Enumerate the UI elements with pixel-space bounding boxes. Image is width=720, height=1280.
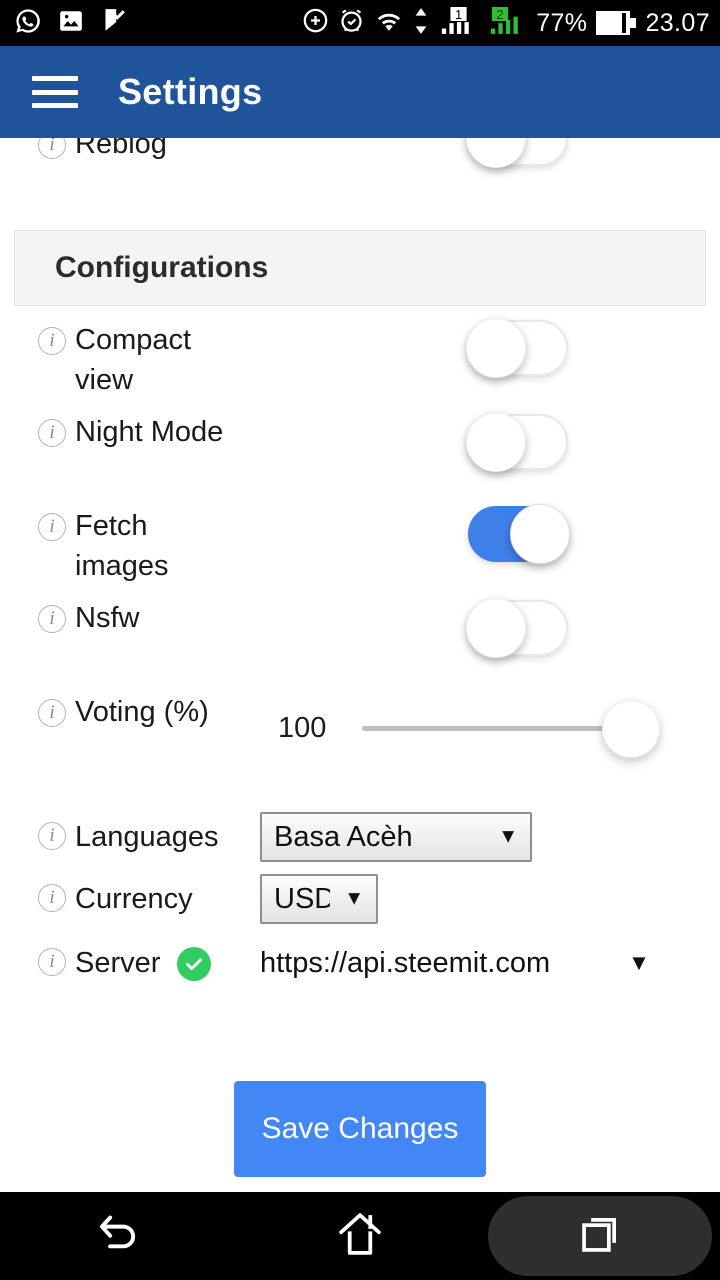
info-icon[interactable]: i	[38, 699, 66, 727]
info-icon[interactable]: i	[38, 138, 66, 159]
phone-screen: 1 2 77% 23.07 Settings i Reblog Configur…	[0, 0, 720, 1280]
info-icon[interactable]: i	[38, 884, 66, 912]
setting-label-voting: i Voting (%)	[38, 692, 209, 732]
setting-label-text: Server	[75, 947, 161, 979]
info-icon[interactable]: i	[38, 822, 66, 850]
setting-label-languages: i Languages	[38, 817, 260, 857]
setting-label-fetch-images: i Fetch images	[38, 506, 195, 586]
checkmark-flag-icon	[100, 7, 126, 40]
status-bar-right-icons: 1 2 77% 23.07	[302, 6, 710, 40]
signal-sim2-icon: 2	[487, 6, 527, 40]
nav-back-button[interactable]	[0, 1192, 240, 1280]
wifi-icon	[374, 8, 404, 39]
home-icon	[335, 1210, 385, 1263]
server-selected-value: https://api.steemit.com	[260, 946, 551, 979]
green-check-icon	[177, 947, 212, 981]
setting-label-reblog: i Reblog	[38, 138, 167, 164]
android-nav-bar	[0, 1192, 720, 1280]
setting-row-compact-view[interactable]: i Compact view	[0, 306, 720, 400]
setting-label-text: Compact view	[75, 324, 192, 396]
setting-row-nsfw[interactable]: i Nsfw	[0, 586, 720, 678]
svg-text:2: 2	[497, 7, 504, 22]
setting-row-voting[interactable]: i Voting (%) 100	[0, 678, 720, 806]
toggle-nsfw[interactable]	[466, 598, 568, 658]
voting-value-label: 100	[278, 712, 327, 744]
section-header-configurations: Configurations	[14, 230, 706, 306]
setting-label-text: Fetch images	[75, 510, 169, 582]
battery-percent-label: 77%	[536, 8, 588, 37]
setting-row-languages[interactable]: i Languages Basa Acèh ▼	[0, 806, 720, 868]
signal-sim1-icon: 1	[438, 6, 478, 40]
toggle-knob	[466, 412, 526, 472]
setting-label-night-mode: i Night Mode	[38, 412, 223, 452]
nav-recent-apps-button[interactable]	[480, 1192, 720, 1280]
app-bar: Settings	[0, 46, 720, 138]
info-icon[interactable]: i	[38, 513, 66, 541]
toggle-night-mode[interactable]	[466, 412, 568, 472]
setting-label-text: Nsfw	[75, 602, 140, 634]
voting-slider[interactable]: 100	[278, 699, 660, 758]
setting-label-text: Languages	[75, 821, 219, 853]
toggle-fetch-images[interactable]	[468, 504, 570, 564]
slider-thumb[interactable]	[602, 699, 660, 758]
info-icon[interactable]: i	[38, 419, 66, 447]
toggle-knob	[466, 598, 526, 658]
setting-label-nsfw: i Nsfw	[38, 598, 139, 638]
toggle-compact-view[interactable]	[466, 318, 568, 378]
plus-circle-icon	[302, 7, 329, 39]
setting-row-currency[interactable]: i Currency USD ▼	[0, 868, 720, 930]
setting-label-text: Night Mode	[75, 416, 224, 448]
setting-row-reblog[interactable]: i Reblog	[0, 138, 720, 196]
setting-label-text: Reblog	[75, 138, 167, 160]
page-title: Settings	[118, 71, 263, 112]
setting-label-currency: i Currency	[38, 879, 260, 919]
currency-select[interactable]: USD	[260, 874, 378, 924]
svg-text:1: 1	[455, 7, 462, 22]
server-select[interactable]: https://api.steemit.com ▼	[260, 947, 650, 980]
languages-select-wrap[interactable]: Basa Acèh ▼	[260, 812, 532, 862]
toggle-reblog[interactable]	[466, 138, 568, 168]
nav-home-button[interactable]	[240, 1192, 480, 1280]
setting-label-server: i Server	[38, 943, 260, 983]
status-bar: 1 2 77% 23.07	[0, 0, 720, 46]
chevron-down-icon: ▼	[628, 950, 650, 975]
recent-apps-icon	[577, 1211, 623, 1262]
currency-select-wrap[interactable]: USD ▼	[260, 874, 378, 924]
toggle-knob	[466, 318, 526, 378]
battery-icon	[596, 11, 637, 35]
hamburger-menu-icon[interactable]	[32, 76, 78, 108]
clock-label: 23.07	[645, 8, 710, 37]
settings-content: i Reblog Configurations i Compact view i…	[0, 138, 720, 996]
whatsapp-icon	[14, 7, 42, 40]
alarm-icon	[338, 7, 365, 39]
section-title: Configurations	[55, 251, 269, 284]
info-icon[interactable]: i	[38, 948, 66, 976]
slider-track[interactable]	[362, 699, 660, 758]
setting-label-compact-view: i Compact view	[38, 320, 225, 400]
setting-row-server[interactable]: i Server https://api.steemit.com ▼	[0, 930, 720, 996]
save-changes-button[interactable]: Save Changes	[234, 1081, 486, 1177]
data-arrows-icon	[413, 7, 429, 40]
setting-row-night-mode[interactable]: i Night Mode	[0, 400, 720, 492]
toggle-knob	[510, 504, 570, 564]
back-arrow-icon	[95, 1211, 145, 1262]
status-bar-left-icons	[14, 7, 126, 40]
info-icon[interactable]: i	[38, 605, 66, 633]
setting-label-text: Voting (%)	[75, 696, 209, 728]
languages-select[interactable]: Basa Acèh	[260, 812, 532, 862]
setting-row-fetch-images[interactable]: i Fetch images	[0, 492, 720, 586]
setting-label-text: Currency	[75, 883, 193, 915]
info-icon[interactable]: i	[38, 327, 66, 355]
gallery-icon	[58, 8, 84, 39]
